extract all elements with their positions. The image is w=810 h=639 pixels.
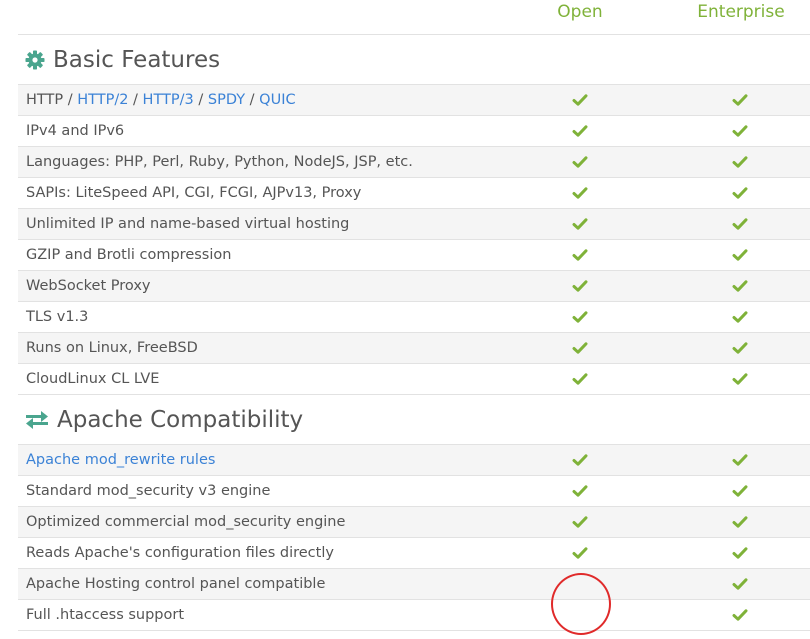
- check-icon: [732, 125, 748, 137]
- check-icon: [572, 218, 588, 230]
- quic-link[interactable]: QUIC: [259, 92, 295, 108]
- check-icon: [572, 280, 588, 292]
- http-text: HTTP: [26, 92, 64, 108]
- check-icon: [732, 578, 748, 590]
- column-header-open: Open: [557, 2, 603, 22]
- feature-label: Standard mod_security v3 engine: [26, 483, 271, 499]
- feature-label: Unlimited IP and name-based virtual host…: [26, 216, 350, 232]
- http2-link[interactable]: HTTP/2: [77, 92, 128, 108]
- feature-label: SAPIs: LiteSpeed API, CGI, FCGI, AJPv13,…: [26, 185, 362, 201]
- check-icon: [732, 609, 748, 621]
- check-icon: [732, 218, 748, 230]
- feature-label: Runs on Linux, FreeBSD: [26, 340, 198, 356]
- check-icon: [572, 187, 588, 199]
- feature-row: IPv4 and IPv6: [18, 116, 810, 147]
- separator: /: [63, 92, 78, 108]
- separator: /: [193, 92, 208, 108]
- separator: /: [245, 92, 260, 108]
- gear-icon: [25, 50, 45, 70]
- feature-row: Languages: PHP, Perl, Ruby, Python, Node…: [18, 147, 810, 178]
- feature-row: GZIP and Brotli compression: [18, 240, 810, 271]
- feature-label: HTTP / HTTP/2 / HTTP/3 / SPDY / QUIC: [18, 92, 296, 108]
- section-title-text: Apache Compatibility: [57, 406, 304, 433]
- section-title-basic: Basic Features: [18, 35, 810, 85]
- feature-link[interactable]: Apache mod_rewrite rules: [18, 452, 215, 468]
- spdy-link[interactable]: SPDY: [208, 92, 245, 108]
- check-icon: [732, 342, 748, 354]
- feature-row: WebSocket Proxy: [18, 271, 810, 302]
- separator: /: [128, 92, 143, 108]
- check-icon: [572, 516, 588, 528]
- check-icon: [732, 311, 748, 323]
- feature-row-http: HTTP / HTTP/2 / HTTP/3 / SPDY / QUIC: [18, 85, 810, 116]
- check-icon: [732, 516, 748, 528]
- exchange-arrows-icon: [25, 410, 49, 429]
- check-icon: [732, 94, 748, 106]
- check-icon: [572, 373, 588, 385]
- feature-label: Languages: PHP, Perl, Ruby, Python, Node…: [26, 154, 413, 170]
- feature-label: Full .htaccess support: [26, 607, 185, 623]
- feature-row: Apache Hosting control panel compatible: [18, 569, 810, 600]
- section-title-apache: Apache Compatibility: [18, 395, 810, 445]
- check-icon: [572, 94, 588, 106]
- check-icon: [572, 547, 588, 559]
- feature-label: Optimized commercial mod_security engine: [26, 514, 346, 530]
- feature-row: Full .htaccess support: [18, 600, 810, 631]
- check-icon: [732, 547, 748, 559]
- apache-compat-section: Apache Compatibility Apache mod_rewrite …: [18, 394, 810, 631]
- check-icon: [732, 280, 748, 292]
- feature-label: IPv4 and IPv6: [26, 123, 125, 139]
- feature-label: WebSocket Proxy: [26, 278, 151, 294]
- check-icon: [572, 156, 588, 168]
- feature-row: Unlimited IP and name-based virtual host…: [18, 209, 810, 240]
- feature-row: Runs on Linux, FreeBSD: [18, 333, 810, 364]
- section-title-text: Basic Features: [53, 46, 221, 73]
- feature-label: CloudLinux CL LVE: [26, 371, 160, 387]
- annotation-circle: [551, 573, 611, 635]
- check-icon: [572, 342, 588, 354]
- check-icon: [572, 485, 588, 497]
- check-icon: [732, 156, 748, 168]
- feature-row: Standard mod_security v3 engine: [18, 476, 810, 507]
- check-icon: [732, 485, 748, 497]
- check-icon: [732, 249, 748, 261]
- feature-row: Optimized commercial mod_security engine: [18, 507, 810, 538]
- basic-features-section: Basic Features HTTP / HTTP/2 / HTTP/3 / …: [18, 34, 810, 395]
- check-icon: [732, 187, 748, 199]
- check-icon: [572, 125, 588, 137]
- feature-label: TLS v1.3: [26, 309, 89, 325]
- feature-label: Apache Hosting control panel compatible: [26, 576, 326, 592]
- feature-label: GZIP and Brotli compression: [26, 247, 232, 263]
- check-icon: [572, 454, 588, 466]
- feature-row: Apache mod_rewrite rules: [18, 445, 810, 476]
- feature-row: TLS v1.3: [18, 302, 810, 333]
- column-header-enterprise: Enterprise: [697, 2, 785, 22]
- check-icon: [732, 373, 748, 385]
- http3-link[interactable]: HTTP/3: [143, 92, 194, 108]
- feature-row: Reads Apache's configuration files direc…: [18, 538, 810, 569]
- check-icon: [572, 311, 588, 323]
- feature-label: Reads Apache's configuration files direc…: [26, 545, 334, 561]
- check-icon: [572, 249, 588, 261]
- check-icon: [732, 454, 748, 466]
- feature-row: CloudLinux CL LVE: [18, 364, 810, 395]
- feature-row: SAPIs: LiteSpeed API, CGI, FCGI, AJPv13,…: [18, 178, 810, 209]
